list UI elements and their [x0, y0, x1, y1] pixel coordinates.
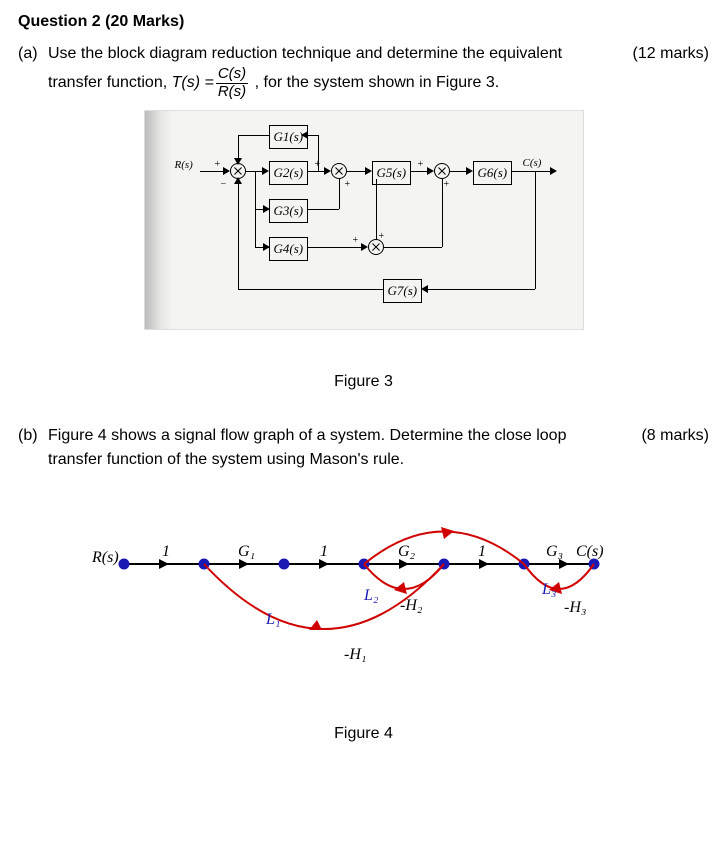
arrow-fb-to-sj1 [234, 177, 242, 184]
sfg-label-c: C(s) [576, 543, 604, 560]
fwd-arrow-6 [559, 559, 569, 569]
tf-num: C(s) [216, 66, 248, 84]
box-g2: G2(s) [269, 161, 309, 185]
fwd-arrow-2 [239, 559, 249, 569]
tf-fraction: C(s) R(s) [216, 66, 248, 100]
box-g7: G7(s) [383, 279, 423, 303]
figure-3-caption: Figure 3 [18, 370, 709, 394]
label-c: C(s) [523, 155, 542, 172]
sfg-label-l3: L₃ [541, 581, 556, 598]
fwd-arrow-4 [399, 559, 409, 569]
arrow-g1-to-sj1 [234, 158, 242, 165]
sfg-svg: R(s) 1 G₁ 1 G₂ 1 G₃ C(s) L₁ L₂ L₃ -H₂ -H… [84, 484, 644, 704]
arrow-g1-in [301, 131, 308, 139]
line-sj4-right [384, 247, 442, 248]
sign-plus-sj4b: + [379, 229, 385, 244]
arrow-g3-in [263, 205, 270, 213]
part-b-label: (b) [18, 424, 48, 472]
node-3 [279, 559, 289, 569]
line-fb-up [238, 179, 239, 289]
sfg-label-h2: -H₂ [400, 597, 423, 614]
box-g6: G6(s) [473, 161, 513, 185]
line-g3-out-v [339, 179, 340, 209]
tf-den: R(s) [216, 84, 248, 101]
arrow-g4-in [263, 243, 270, 251]
fwd-arrow-3 [319, 559, 329, 569]
sfg-label-g1: G₁ [238, 543, 255, 560]
block-diagram: R(s) + − G1(s) G2(s) G3(s) G4(s) + + [144, 110, 584, 330]
line-g1-out-h [238, 135, 269, 136]
sfg-label-h1: -H₁ [344, 646, 366, 663]
line-g7-left [238, 289, 383, 290]
fwd-arrow-5 [479, 559, 489, 569]
sfg-label-r: R(s) [91, 549, 119, 566]
label-r: R(s) [175, 157, 193, 174]
sign-plus-sj2b: + [345, 177, 351, 192]
arrow-in [223, 167, 230, 175]
line-g1-up [318, 135, 319, 171]
transfer-function: T(s) = C(s) R(s) [172, 66, 251, 100]
bd-shade [145, 111, 173, 329]
arrow-sj4-in [361, 243, 368, 251]
question-header: Question 2 (20 Marks) [18, 10, 709, 34]
line-g5-down [376, 179, 377, 239]
node-r [119, 559, 129, 569]
sfg-label-1b: 1 [320, 543, 328, 560]
sfg-label-g2: G₂ [398, 543, 416, 560]
figure-4-caption: Figure 4 [18, 722, 709, 746]
line-sj4-up [442, 179, 443, 247]
sfg-label-l2: L₂ [363, 587, 379, 604]
box-g5: G5(s) [372, 161, 412, 185]
sfg-label-1a: 1 [162, 543, 170, 560]
fwd-arrow-1 [159, 559, 169, 569]
arrow-sj2 [324, 167, 331, 175]
part-b-text: Figure 4 shows a signal flow graph of a … [48, 424, 619, 472]
part-a-text: Use the block diagram reduction techniqu… [48, 42, 619, 100]
sfg-label-1c: 1 [478, 543, 486, 560]
sign-plus-sj1: + [215, 157, 221, 172]
part-a-row: (a) Use the block diagram reduction tech… [18, 42, 709, 100]
arrow-g2 [262, 167, 269, 175]
sign-plus-sj3b: + [444, 177, 450, 192]
sign-minus-sj1: − [221, 177, 227, 192]
line-fb-down [535, 171, 536, 289]
sfg-label-h3: -H₃ [564, 599, 586, 616]
line-fb-to-g7 [428, 289, 535, 290]
line-sj2-g5 [347, 171, 367, 172]
box-g4: G4(s) [269, 237, 309, 261]
part-b-row: (b) Figure 4 shows a signal flow graph o… [18, 424, 709, 472]
arrow-sj3-in [427, 167, 434, 175]
line-g3-out-h [308, 209, 339, 210]
arrow-g6-in [466, 167, 473, 175]
part-a-label: (a) [18, 42, 48, 100]
arrow-c [550, 167, 557, 175]
sign-plus-sj3a: + [418, 157, 424, 172]
part-a-text-after: , for the system shown in Figure 3. [255, 74, 500, 91]
sfg-label-g3: G₃ [546, 543, 563, 560]
tf-lhs: T(s) = [172, 71, 214, 95]
arc-h1-arrow [309, 620, 322, 630]
figure-3-container: R(s) + − G1(s) G2(s) G3(s) G4(s) + + [18, 110, 709, 394]
part-b-marks: (8 marks) [619, 424, 709, 472]
figure-4-container: R(s) 1 G₁ 1 G₂ 1 G₃ C(s) L₁ L₂ L₃ -H₂ -H… [84, 484, 644, 704]
sfg-label-l1: L₁ [265, 611, 280, 628]
arrow-g5-in [365, 167, 372, 175]
line-g1-left [308, 135, 318, 136]
sign-plus-sj4a: + [353, 233, 359, 248]
arc-top-arrow [441, 527, 454, 539]
box-g3: G3(s) [269, 199, 309, 223]
part-a-marks: (12 marks) [619, 42, 709, 100]
line-in [200, 171, 225, 172]
